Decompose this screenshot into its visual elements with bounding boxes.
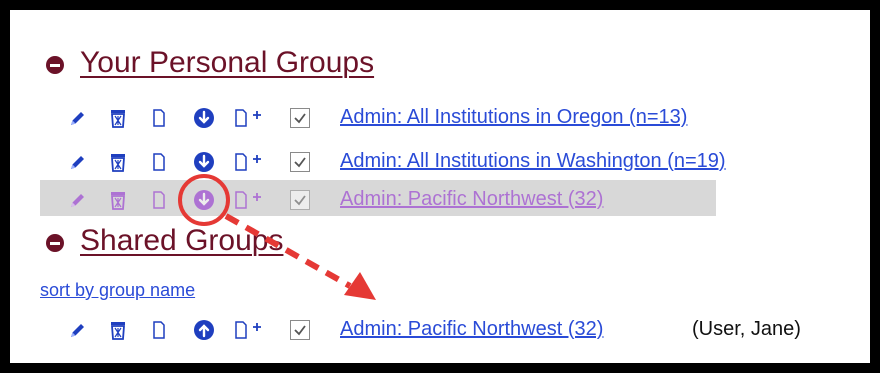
- groups-panel: Your Personal Groups Admin: All Institut…: [10, 10, 870, 363]
- annotation-arrow-line: [224, 213, 352, 289]
- annotation-circle: [178, 174, 230, 226]
- annotation-overlay: [178, 174, 376, 300]
